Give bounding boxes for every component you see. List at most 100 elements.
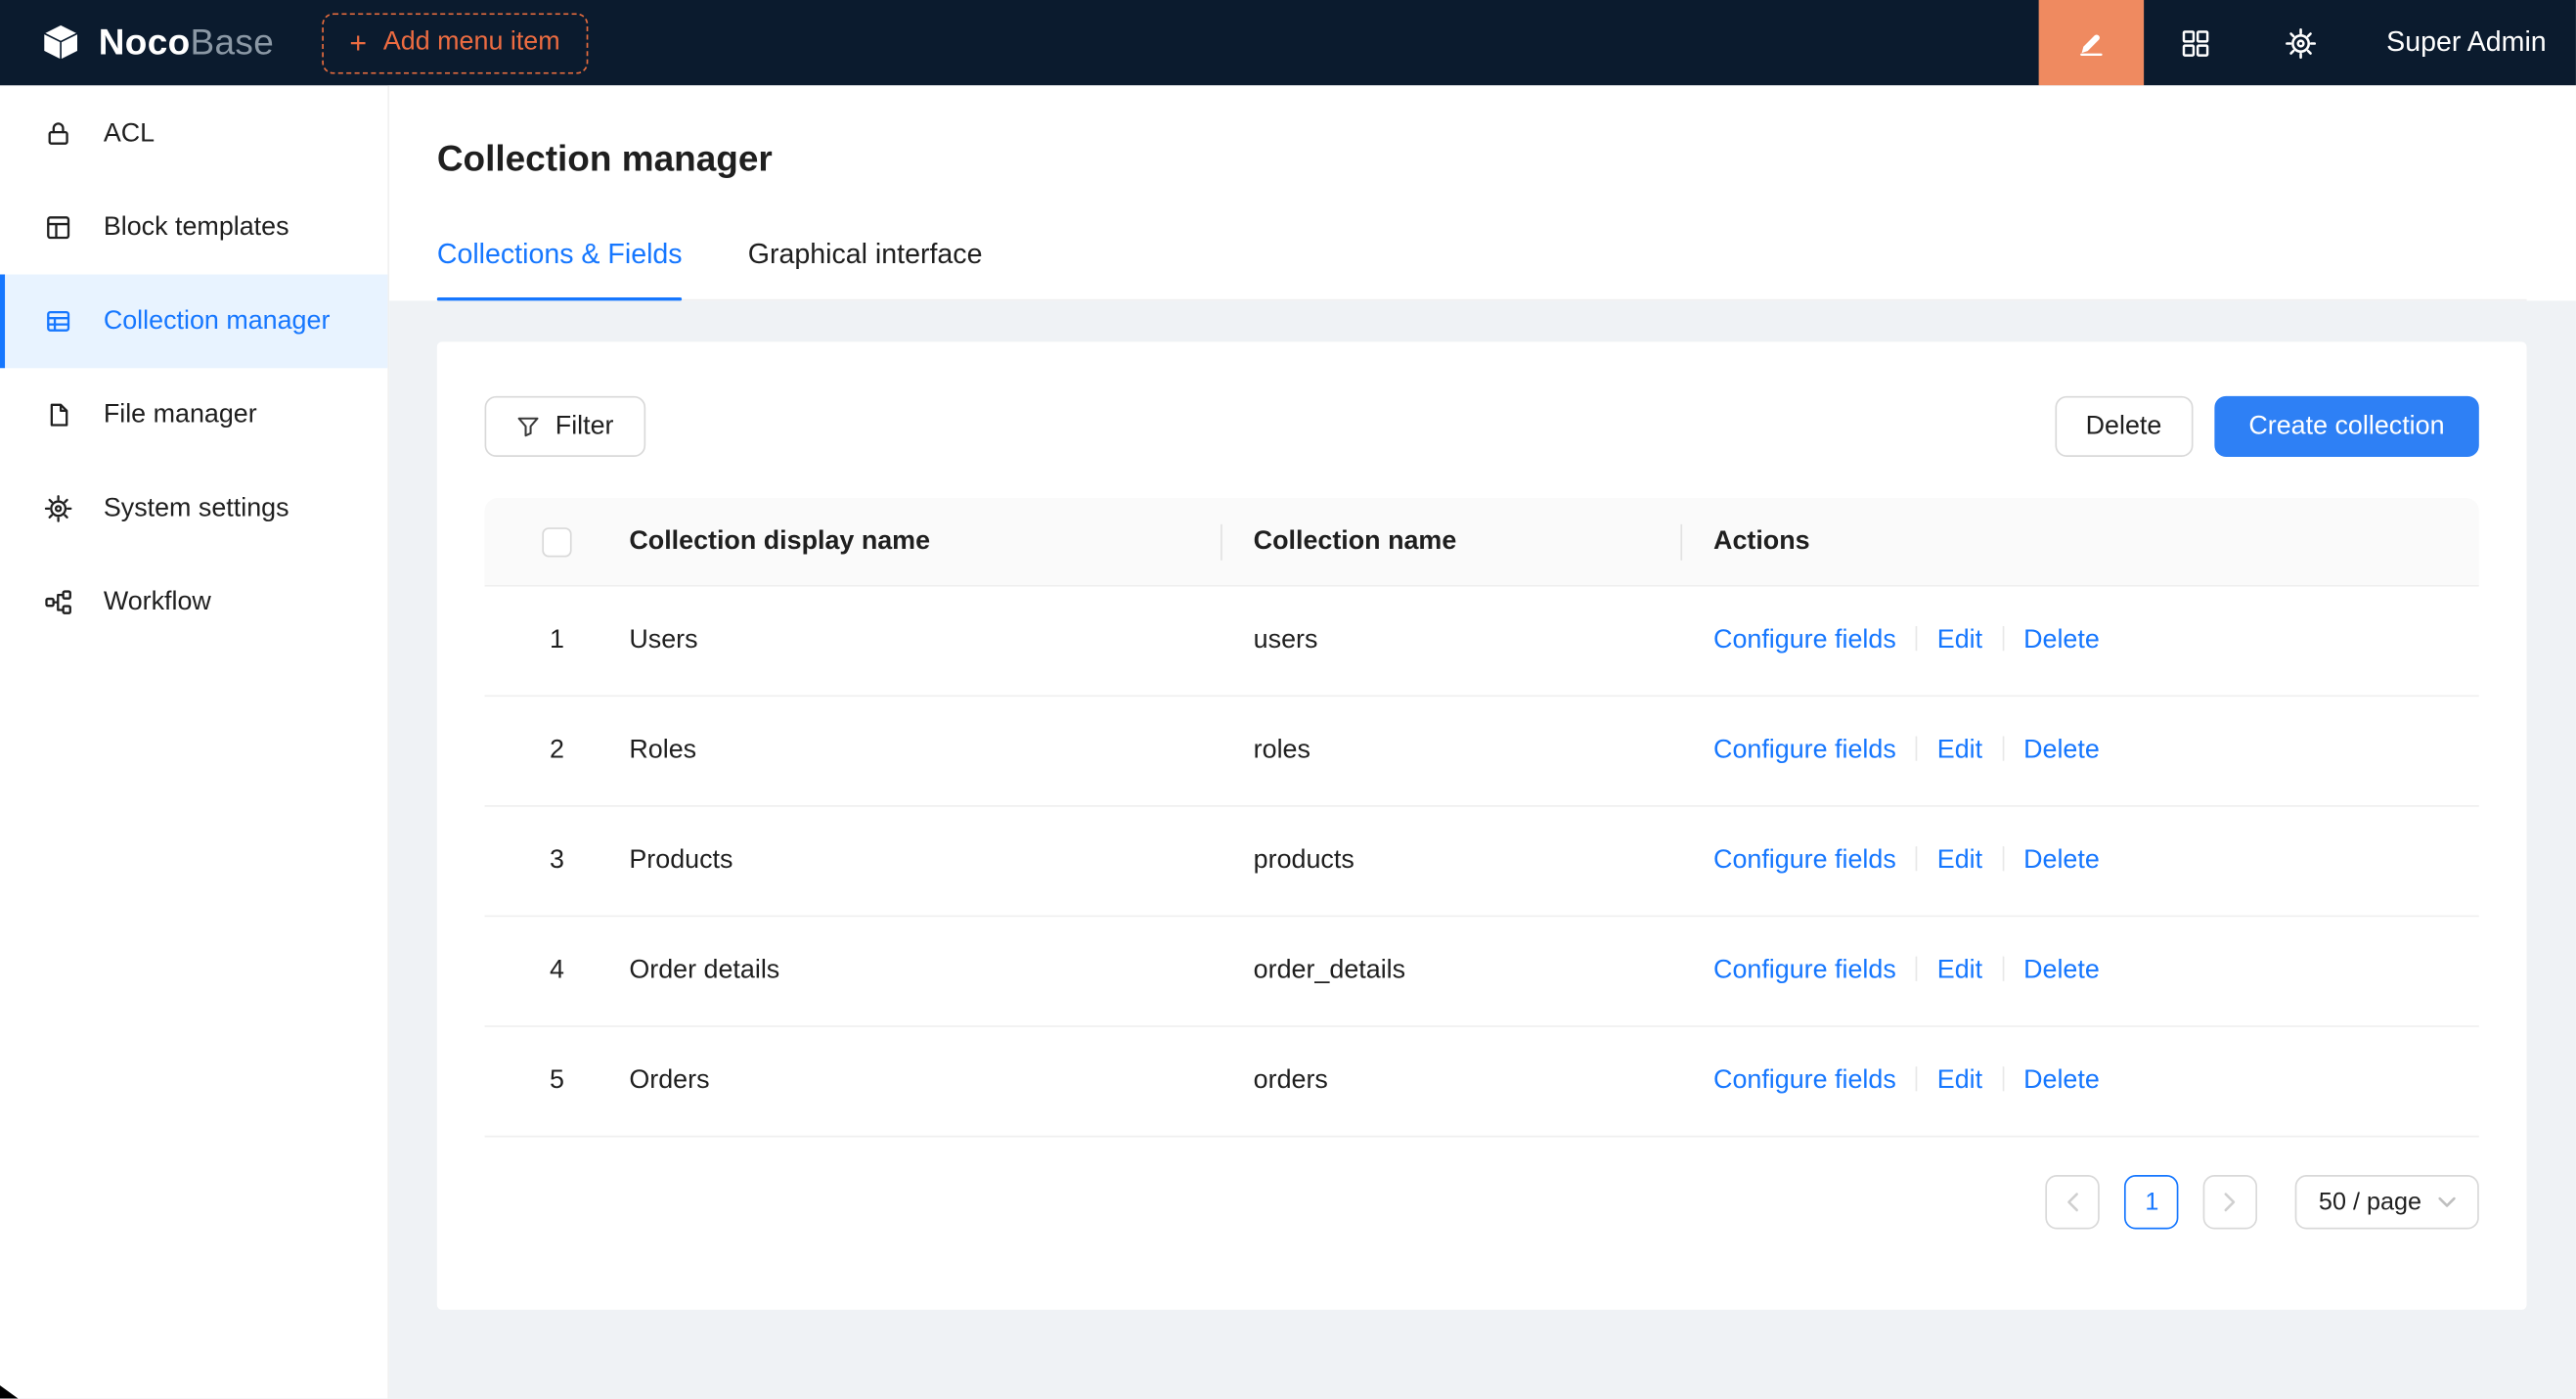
layout-icon [44,213,72,242]
edit-link[interactable]: Edit [1937,1066,1982,1095]
sidebar-item-label: System settings [104,494,289,523]
table-row: 2 Roles roles Configure fields Edit Delete [485,697,2479,807]
row-index: 5 [485,1066,630,1096]
main-area: Collection manager Collections & Fields … [389,85,2576,1398]
page-size-value: 50 / page [2319,1188,2421,1216]
chevron-left-icon [2065,1192,2080,1213]
configure-fields-link[interactable]: Configure fields [1713,1066,1896,1095]
sidebar-item-block-templates[interactable]: Block templates [0,181,387,275]
action-separator [2002,957,2004,981]
edit-link[interactable]: Edit [1937,737,1982,765]
action-separator [1916,846,1918,871]
configure-fields-link[interactable]: Configure fields [1713,626,1896,654]
logo-text: NocoBase [99,22,274,65]
collection-name-cell: products [1254,846,1713,876]
page-1-button[interactable]: 1 [2125,1175,2179,1229]
delete-link[interactable]: Delete [2023,846,2100,875]
plugin-manager-button[interactable] [2144,0,2249,85]
tab-bar: Collections & Fields Graphical interface [437,237,2527,301]
lock-icon [44,120,72,149]
mouse-cursor [0,1385,18,1398]
action-separator [2002,1066,2004,1091]
action-separator [1916,957,1918,981]
prev-page-button[interactable] [2046,1175,2100,1229]
select-all-checkbox[interactable] [542,526,571,556]
ui-editor-button[interactable] [2038,0,2144,85]
row-actions: Configure fields Edit Delete [1713,846,2479,876]
collection-name-cell: roles [1254,737,1713,766]
table-icon [44,307,72,336]
collection-display-name-cell: Roles [629,737,1253,766]
collection-display-name-cell: Products [629,846,1253,876]
toolbar-right: Delete Create collection [2055,396,2479,457]
edit-link[interactable]: Edit [1937,626,1982,654]
table-row: 5 Orders orders Configure fieldsEditDele… [485,1027,2479,1138]
edit-link[interactable]: Edit [1937,957,1982,985]
delete-link[interactable]: Delete [2023,626,2100,654]
configure-fields-link[interactable]: Configure fields [1713,737,1896,765]
sidebar-item-label: Workflow [104,588,211,617]
sidebar-item-acl[interactable]: ACL [0,87,387,181]
add-menu-item-label: Add menu item [383,28,560,58]
delete-link[interactable]: Delete [2023,957,2100,985]
logo-cube-icon [38,20,84,66]
table-row: 1 Users users Configure fieldsEditDelete [485,587,2479,698]
table-row: 4 Order details order_details Configure … [485,917,2479,1027]
chevron-down-icon [2438,1196,2456,1208]
page-title: Collection manager [437,135,2527,184]
action-separator [2002,626,2004,651]
row-actions: Configure fields Edit Delete [1713,1066,2479,1096]
content-area: Filter Delete Create collection Collecti… [389,300,2576,1398]
sidebar-item-label: ACL [104,119,155,149]
sidebar-item-system-settings[interactable]: System settings [0,462,387,556]
row-actions: Configure fields Edit Delete [1713,737,2479,766]
row-actions: Configure fields Edit Delete [1713,626,2479,655]
row-index: 4 [485,957,630,986]
collection-name-cell: users [1254,626,1713,655]
top-bar-right: Super Admin [2038,0,2576,85]
user-menu[interactable]: Super Admin [2354,26,2576,60]
action-separator [1916,737,1918,761]
table-header-row: Collection display name Collection name … [485,498,2479,587]
action-separator [2002,846,2004,871]
collection-name-cell: order_details [1254,957,1713,986]
file-icon [44,401,72,429]
delete-link[interactable]: Delete [2023,1066,2100,1095]
create-collection-button[interactable]: Create collection [2214,396,2479,457]
sidebar-item-label: Block templates [104,213,289,243]
pagination: 1 50 / page [485,1175,2479,1229]
sidebar-item-file-manager[interactable]: File manager [0,368,387,462]
tab-graphical-interface[interactable]: Graphical interface [748,237,983,299]
add-menu-item-button[interactable]: + Add menu item [322,13,588,73]
edit-link[interactable]: Edit [1937,846,1982,875]
sidebar-item-collection-manager[interactable]: Collection manager [0,275,387,369]
highlight-pen-icon [2074,26,2108,60]
column-header-actions: Actions [1713,526,2479,556]
table-row: 3 Products products Configure fields Edit… [485,807,2479,918]
configure-fields-link[interactable]: Configure fields [1713,957,1896,985]
action-separator [2002,737,2004,761]
collections-card: Filter Delete Create collection Collecti… [437,341,2527,1309]
action-separator [1916,1066,1918,1091]
app-grid-icon [2180,27,2211,59]
sidebar: ACL Block templates Collection manager [0,85,389,1398]
next-page-button[interactable] [2203,1175,2257,1229]
sidebar-item-workflow[interactable]: Workflow [0,556,387,650]
row-index: 2 [485,737,630,766]
collection-display-name-cell: Order details [629,957,1253,986]
collection-name-cell: orders [1254,1066,1713,1096]
nocobase-logo[interactable]: NocoBase [38,20,274,66]
sidebar-item-label: Collection manager [104,306,331,336]
layout: ACL Block templates Collection manager [0,85,2576,1398]
configure-fields-link[interactable]: Configure fields [1713,846,1896,875]
filter-button[interactable]: Filter [485,396,645,457]
app-window: NocoBase + Add menu item [0,0,2576,1399]
sidebar-item-label: File manager [104,400,257,429]
row-index: 3 [485,846,630,876]
delete-link[interactable]: Delete [2023,737,2100,765]
settings-button[interactable] [2248,0,2354,85]
tab-collections-and-fields[interactable]: Collections & Fields [437,237,683,299]
page-head: Collection manager Collections & Fields … [389,85,2576,300]
delete-button[interactable]: Delete [2055,396,2194,457]
page-size-select[interactable]: 50 / page [2295,1175,2478,1229]
